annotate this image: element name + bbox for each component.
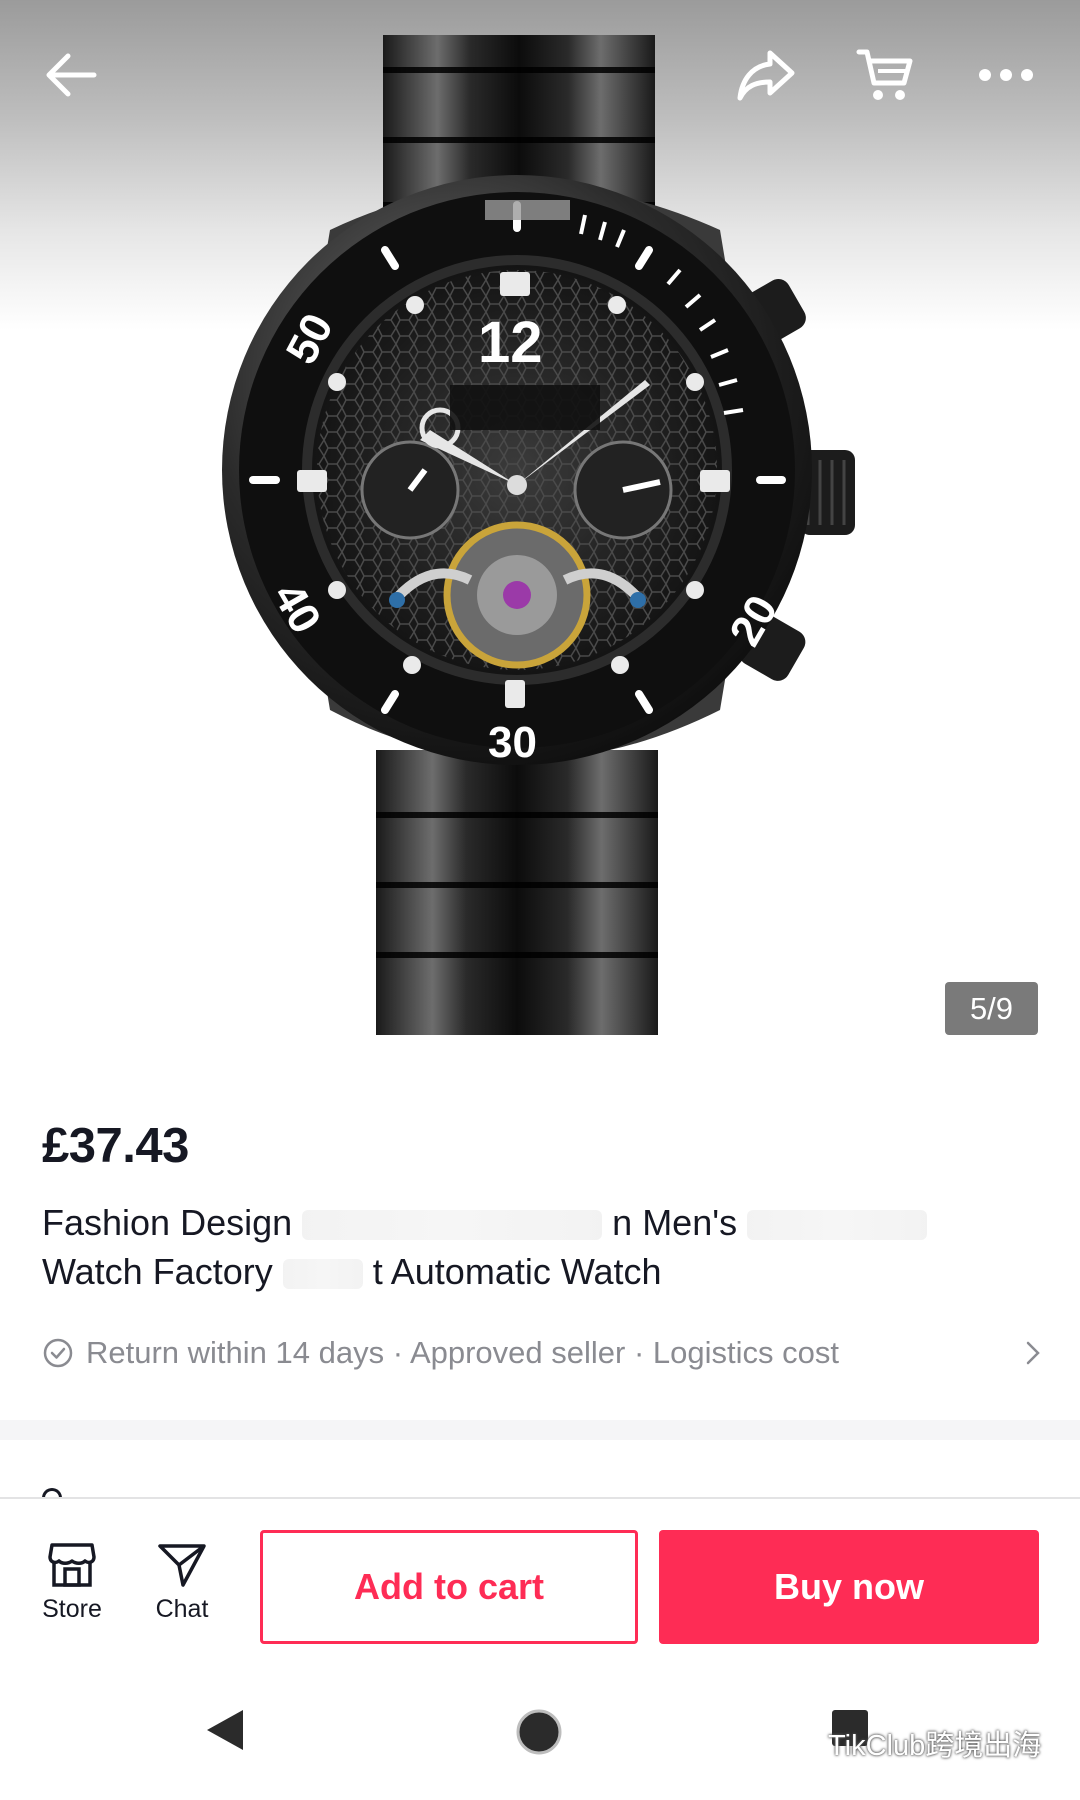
chevron-right-icon — [1026, 1341, 1040, 1365]
share-button[interactable] — [731, 40, 801, 110]
title-text: t Automatic Watch — [372, 1251, 662, 1292]
product-title-line-2: Watch Factory t Automatic Watch — [42, 1247, 1022, 1296]
chat-button[interactable]: Chat — [137, 1541, 227, 1641]
watch-product-image: 50 40 30 20 12 — [222, 35, 855, 1035]
store-icon — [48, 1543, 96, 1587]
cart-button[interactable] — [850, 40, 920, 110]
redacted-text — [747, 1210, 928, 1241]
shopping-cart-icon — [856, 49, 913, 100]
more-options-button[interactable] — [971, 40, 1041, 110]
check-circle-icon — [43, 1338, 73, 1368]
product-title: Fashion Design n Men's Watch Factory t A… — [42, 1198, 1022, 1296]
title-text: n Men's — [612, 1202, 738, 1243]
nav-back-button[interactable] — [205, 1708, 245, 1757]
arrow-left-icon — [46, 53, 97, 97]
send-chat-icon — [158, 1544, 206, 1587]
service-guarantees-text: Return within 14 days · Approved seller … — [86, 1335, 839, 1370]
watermark-text: TikClub跨境出海 — [828, 1730, 1042, 1762]
add-to-cart-button[interactable]: Add to cart — [260, 1530, 638, 1644]
dial-numeral-12: 12 — [478, 310, 543, 375]
title-text: Fashion Design — [42, 1202, 293, 1243]
share-arrow-icon — [737, 50, 795, 101]
system-navigation-bar: TikClub跨境出海 — [0, 1663, 1080, 1800]
bottom-action-bar: Store Chat Add to cart Buy now — [0, 1497, 1080, 1663]
store-label: Store — [42, 1595, 102, 1623]
watermark: TikClub跨境出海 — [788, 1723, 1041, 1763]
buy-now-button[interactable]: Buy now — [659, 1530, 1039, 1644]
store-button[interactable]: Store — [27, 1541, 117, 1641]
image-page-counter: 5/9 — [945, 982, 1038, 1035]
circle-home-icon — [516, 1709, 562, 1755]
nav-home-button[interactable] — [515, 1708, 563, 1761]
title-text: Watch Factory — [42, 1251, 273, 1292]
redacted-text — [282, 1259, 363, 1290]
product-image-gallery[interactable]: 50 40 30 20 12 5/9 — [0, 0, 1080, 1060]
wechat-icon — [788, 1729, 822, 1757]
more-dots-icon — [979, 69, 1033, 81]
redacted-text — [302, 1210, 603, 1241]
back-button[interactable] — [36, 40, 106, 110]
service-guarantees-row[interactable]: Return within 14 days · Approved seller … — [42, 1328, 1042, 1378]
bezel-number-30: 30 — [488, 718, 537, 767]
product-title-line-1: Fashion Design n Men's — [42, 1198, 1022, 1247]
product-price: £37.43 — [42, 1119, 189, 1173]
chat-label: Chat — [155, 1595, 209, 1623]
section-divider — [0, 1420, 1080, 1440]
triangle-back-icon — [207, 1710, 243, 1750]
